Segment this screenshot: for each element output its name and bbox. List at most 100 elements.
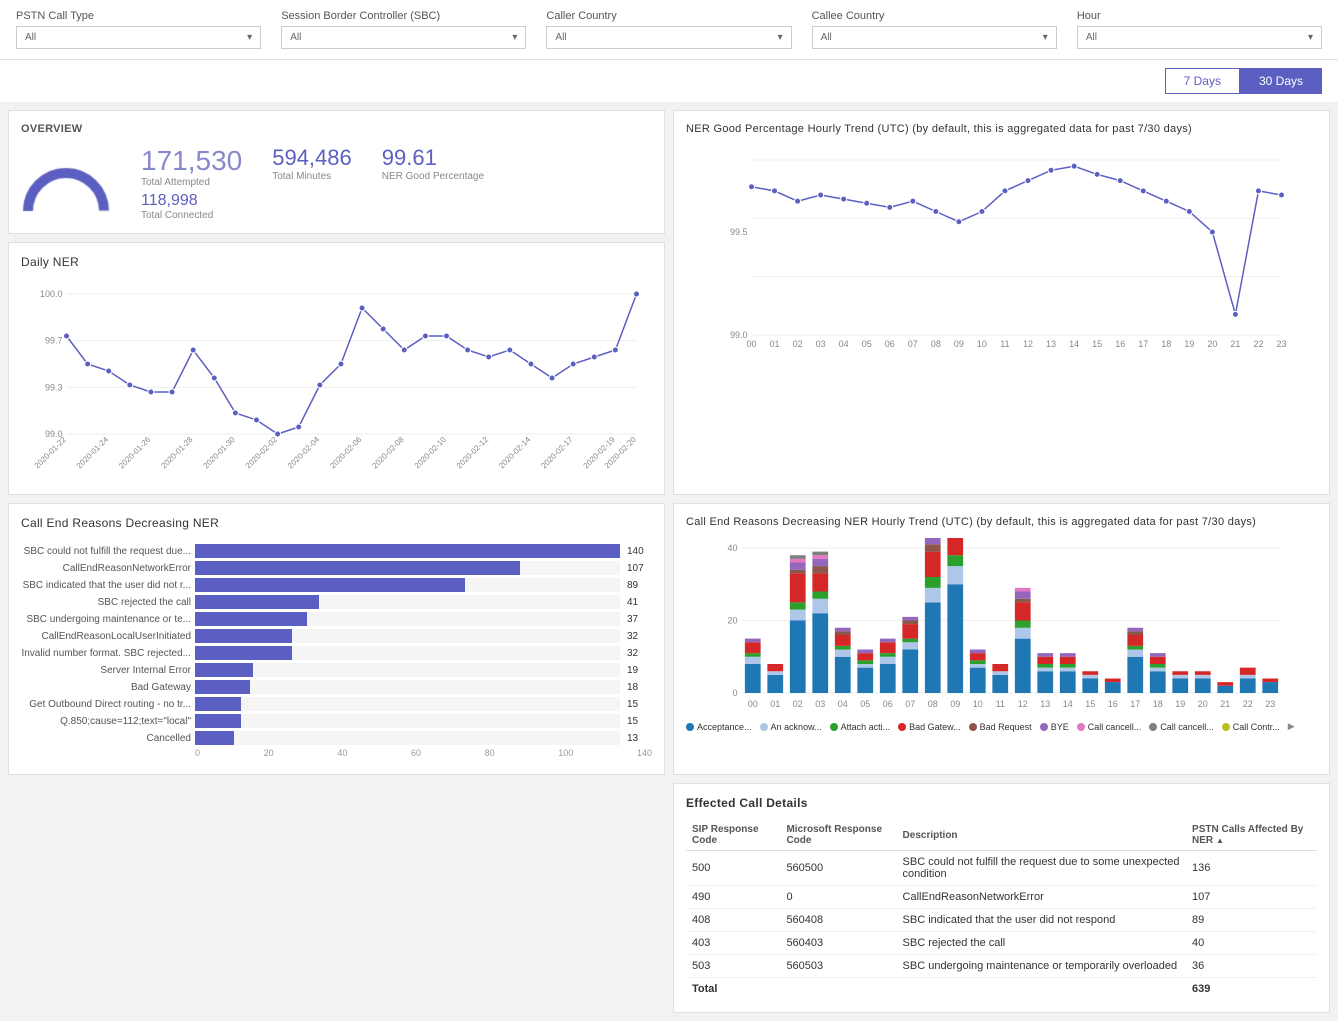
svg-text:100.0: 100.0 xyxy=(40,289,63,299)
bar-label: SBC could not fulfill the request due... xyxy=(21,546,191,557)
total-label: Total xyxy=(686,978,1186,1001)
bar-label: Cancelled xyxy=(21,733,191,744)
legend-scroll-icon[interactable]: ▶ xyxy=(1288,721,1295,732)
svg-text:22: 22 xyxy=(1243,699,1253,709)
affected-col-header: PSTN Calls Affected By NER ▲ xyxy=(1186,820,1317,851)
bar-value: 32 xyxy=(627,631,652,642)
caller-filter-select[interactable]: All ▾ xyxy=(546,26,791,49)
sbc-filter-label: Session Border Controller (SBC) xyxy=(281,10,526,22)
pstn-filter-select[interactable]: All ▾ xyxy=(16,26,261,49)
sbc-filter-value: All xyxy=(290,32,301,43)
day-buttons-bar: 7 Days 30 Days xyxy=(0,60,1338,102)
table-cell: 403 xyxy=(686,932,780,955)
legend-item: An acknow... xyxy=(760,722,822,732)
legend-label: Attach acti... xyxy=(841,722,891,732)
bar-value: 37 xyxy=(627,614,652,625)
bar-label: CallEndReasonNetworkError xyxy=(21,563,191,574)
7-days-button[interactable]: 7 Days xyxy=(1165,68,1240,94)
svg-text:08: 08 xyxy=(931,339,941,349)
bar-value: 89 xyxy=(627,580,652,591)
bar-row: Get Outbound Direct routing - no tr...15 xyxy=(21,697,652,711)
sip-col-header: SIP Response Code xyxy=(686,820,780,851)
svg-text:18: 18 xyxy=(1153,699,1163,709)
sbc-chevron-icon: ▾ xyxy=(512,32,517,43)
hour-filter-select[interactable]: All ▾ xyxy=(1077,26,1322,49)
legend-label: Bad Gatew... xyxy=(909,722,961,732)
table-cell: 560408 xyxy=(780,909,896,932)
sbc-filter-select[interactable]: All ▾ xyxy=(281,26,526,49)
bar-track xyxy=(195,561,620,575)
svg-text:99.7: 99.7 xyxy=(45,336,63,346)
svg-text:2020-01-24: 2020-01-24 xyxy=(75,435,111,471)
bar-track xyxy=(195,595,620,609)
bar-fill xyxy=(195,663,253,677)
call-end-reasons-card: Call End Reasons Decreasing NER SBC coul… xyxy=(8,503,665,775)
pstn-chevron-icon: ▾ xyxy=(247,32,252,43)
hour-filter-label: Hour xyxy=(1077,10,1322,22)
bar-row: Server Internal Error19 xyxy=(21,663,652,677)
overview-card: OVERVIEW 171,530 Total Attempted 118,998… xyxy=(8,110,665,234)
ner-value: 99.61 xyxy=(382,145,484,171)
svg-text:2020-02-02: 2020-02-02 xyxy=(244,435,280,471)
ner-stat: 99.61 NER Good Percentage xyxy=(382,145,484,182)
svg-text:06: 06 xyxy=(885,339,895,349)
bar-fill xyxy=(195,595,319,609)
table-cell: 490 xyxy=(686,886,780,909)
legend-item: Bad Request xyxy=(969,722,1032,732)
svg-text:99.5: 99.5 xyxy=(730,227,748,237)
svg-text:2020-01-28: 2020-01-28 xyxy=(159,435,195,471)
table-cell: 40 xyxy=(1186,932,1317,955)
svg-text:04: 04 xyxy=(839,339,849,349)
30-days-button[interactable]: 30 Days xyxy=(1240,68,1322,94)
bar-track xyxy=(195,731,620,745)
callee-filter-select[interactable]: All ▾ xyxy=(812,26,1057,49)
bar-fill xyxy=(195,544,620,558)
legend-label: BYE xyxy=(1051,722,1069,732)
bar-fill xyxy=(195,731,234,745)
total-connected-value: 118,998 xyxy=(141,192,242,210)
ner-label: NER Good Percentage xyxy=(382,171,484,182)
bar-row: Bad Gateway18 xyxy=(21,680,652,694)
sbc-filter-group: Session Border Controller (SBC) All ▾ xyxy=(281,10,526,49)
svg-text:21: 21 xyxy=(1230,339,1240,349)
svg-text:05: 05 xyxy=(862,339,872,349)
bar-value: 15 xyxy=(627,699,652,710)
svg-text:09: 09 xyxy=(950,699,960,709)
svg-text:07: 07 xyxy=(908,339,918,349)
svg-text:16: 16 xyxy=(1108,699,1118,709)
hour-filter-value: All xyxy=(1086,32,1097,43)
bar-fill xyxy=(195,612,307,626)
bar-row: CallEndReasonLocalUserInitiated 32 xyxy=(21,629,652,643)
svg-text:13: 13 xyxy=(1040,699,1050,709)
svg-text:03: 03 xyxy=(816,339,826,349)
bar-fill xyxy=(195,680,250,694)
bar-value: 18 xyxy=(627,682,652,693)
bar-label: CallEndReasonLocalUserInitiated xyxy=(21,631,191,642)
total-minutes-label: Total Minutes xyxy=(272,171,352,182)
table-cell: 0 xyxy=(780,886,896,909)
ner-hourly-card: NER Good Percentage Hourly Trend (UTC) (… xyxy=(673,110,1330,495)
svg-text:2020-02-06: 2020-02-06 xyxy=(328,435,364,471)
bar-row: CallEndReasonNetworkError107 xyxy=(21,561,652,575)
table-row: 503560503SBC undergoing maintenance or t… xyxy=(686,955,1317,978)
svg-text:99.3: 99.3 xyxy=(45,382,63,392)
svg-text:16: 16 xyxy=(1115,339,1125,349)
svg-text:01: 01 xyxy=(770,339,780,349)
svg-text:15: 15 xyxy=(1092,339,1102,349)
legend-item: Call Contr... xyxy=(1222,722,1280,732)
svg-text:2020-02-04: 2020-02-04 xyxy=(286,435,322,471)
svg-text:23: 23 xyxy=(1265,699,1275,709)
legend-color xyxy=(1222,723,1230,731)
table-cell: 560500 xyxy=(780,851,896,886)
legend-color xyxy=(1040,723,1048,731)
table-cell: 408 xyxy=(686,909,780,932)
callee-chevron-icon: ▾ xyxy=(1043,32,1048,43)
table-cell: 500 xyxy=(686,851,780,886)
svg-text:01: 01 xyxy=(770,699,780,709)
desc-col-header: Description xyxy=(897,820,1187,851)
svg-text:02: 02 xyxy=(793,339,803,349)
total-attempted-label: Total Attempted xyxy=(141,177,242,188)
caller-filter-label: Caller Country xyxy=(546,10,791,22)
svg-text:99.0: 99.0 xyxy=(730,330,748,340)
horizontal-bar-chart: SBC could not fulfill the request due...… xyxy=(21,540,652,762)
